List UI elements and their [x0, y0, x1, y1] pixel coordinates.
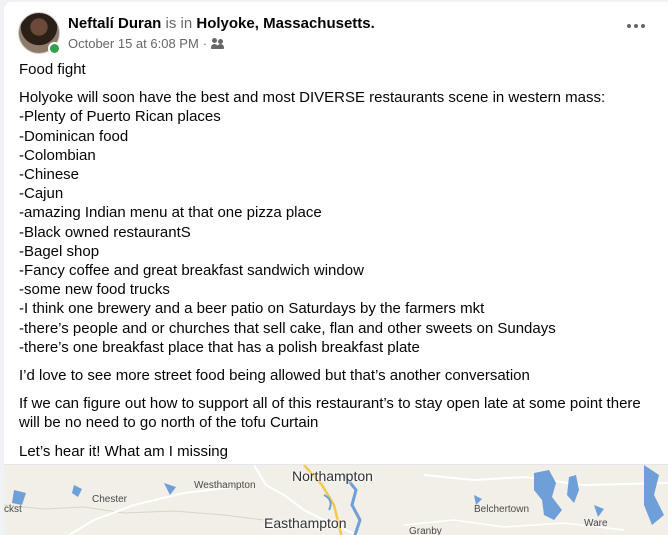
- friends-icon[interactable]: [211, 37, 225, 50]
- map-label-belchertown: Belchertown: [474, 504, 530, 515]
- post-paragraph: I’d love to see more street food being a…: [19, 367, 530, 385]
- list-item: -Bagel shop: [19, 242, 100, 260]
- location-link[interactable]: Holyoke, Massachusetts.: [196, 15, 374, 32]
- list-item: -Fancy coffee and great breakfast sandwi…: [19, 262, 364, 280]
- restaurant-list: Holyoke will soon have the best and most…: [19, 88, 658, 357]
- map-label-granby: Granby: [409, 526, 442, 535]
- list-item: -Chinese: [19, 166, 80, 184]
- map-label-westhampton: Westhampton: [194, 480, 256, 491]
- list-item: -there’s one breakfast place that has a …: [19, 338, 420, 356]
- post-paragraph: If we can figure out how to support all …: [19, 395, 641, 432]
- list-item: -some new food trucks: [19, 281, 170, 299]
- post-header: Neftalí Duran is in Holyoke, Massachuset…: [18, 12, 668, 58]
- list-intro: Holyoke will soon have the best and most…: [19, 89, 606, 107]
- timestamp-link[interactable]: October 15 at 6:08 PM: [68, 36, 199, 51]
- post-title-line: Neftalí Duran is in Holyoke, Massachuset…: [68, 15, 375, 32]
- map-label-chester: Chester: [92, 494, 128, 505]
- list-item: -I think one brewery and a beer patio on…: [19, 300, 485, 318]
- post-meta: October 15 at 6:08 PM ·: [68, 36, 225, 51]
- list-item: -Colombian: [19, 146, 96, 164]
- post-paragraph: Food fight: [19, 61, 86, 78]
- map-label-ware: Ware: [584, 518, 608, 529]
- more-horizontal-icon: [627, 24, 631, 28]
- post-card: Neftalí Duran is in Holyoke, Massachuset…: [4, 2, 668, 535]
- list-item: -Plenty of Puerto Rican places: [19, 108, 221, 126]
- online-status-icon: [48, 42, 61, 55]
- meta-separator: ·: [202, 36, 208, 51]
- post-text: Food fight Holyoke will soon have the be…: [19, 60, 658, 470]
- list-item: -Black owned restaurantS: [19, 223, 191, 241]
- list-item: -Dominican food: [19, 127, 129, 145]
- post-paragraph: Let’s hear it! What am I missing: [19, 442, 228, 460]
- is-in-text: is in: [165, 15, 193, 32]
- map-label-edge: ckst: [4, 504, 22, 515]
- list-item: -there’s people and or churches that sel…: [19, 319, 556, 337]
- author-name-link[interactable]: Neftalí Duran: [68, 15, 161, 32]
- list-item: -amazing Indian menu at that one pizza p…: [19, 204, 322, 222]
- map-label-northampton: Northampton: [292, 468, 373, 484]
- map-label-easthampton: Easthampton: [264, 515, 347, 531]
- more-options-button[interactable]: [620, 16, 652, 36]
- list-item: -Cajun: [19, 185, 64, 203]
- location-map[interactable]: Northampton Westhampton Chester ckst Eas…: [4, 464, 668, 535]
